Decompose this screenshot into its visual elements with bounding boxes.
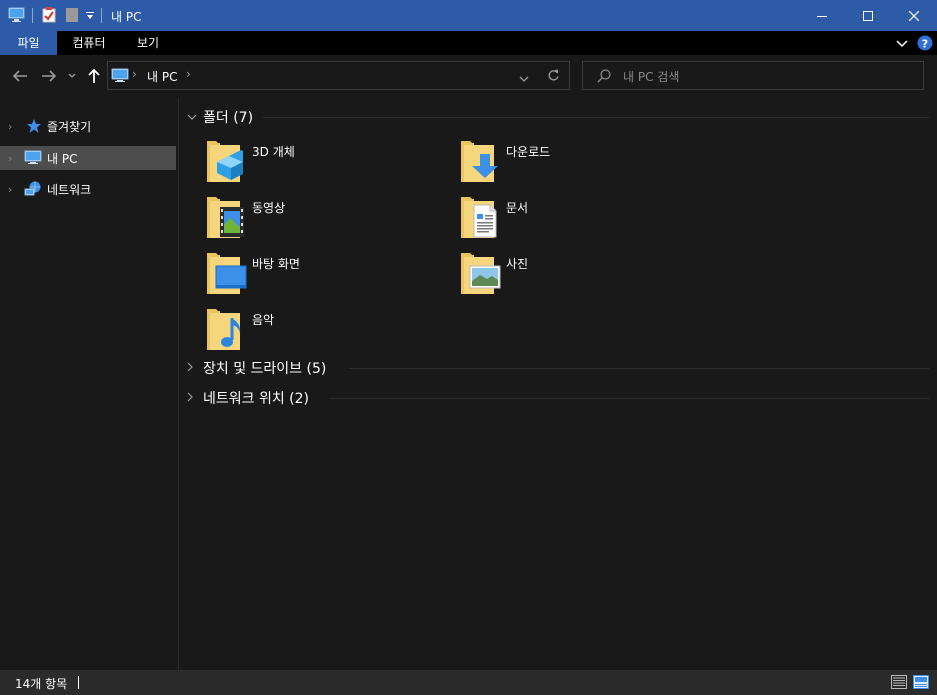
recent-locations-button[interactable] <box>63 65 81 87</box>
documents-folder-icon <box>461 197 497 238</box>
computer-icon <box>111 68 129 86</box>
group-header-folders[interactable]: 폴더 (7) <box>187 107 253 127</box>
group-title: 폴더 (7) <box>203 110 254 126</box>
title-divider <box>32 8 33 23</box>
refresh-icon[interactable] <box>547 69 560 85</box>
new-folder-icon[interactable] <box>65 7 79 26</box>
folder-name: 동영상 <box>252 201 286 215</box>
folder-name: 사진 <box>506 257 529 271</box>
folder-tile[interactable]: 동영상 <box>206 194 426 246</box>
star-icon <box>26 118 42 137</box>
ribbon: 파일 컴퓨터 보기 ? <box>0 31 937 55</box>
nav-item-label: 내 PC <box>47 151 78 166</box>
content-pane: 폴더 (7) 3D 개체 다운로드 동영상 문서 바탕 화면 사진 음악 장치 … <box>179 98 937 670</box>
chevron-right-icon[interactable]: › <box>132 67 137 81</box>
pictures-folder-icon <box>461 253 501 294</box>
group-header-drives[interactable]: 장치 및 드라이브 (5) <box>187 358 326 378</box>
tab-computer[interactable]: 컴퓨터 <box>57 31 121 55</box>
group-divider <box>329 398 929 399</box>
ribbon-expand-icon[interactable] <box>896 38 908 52</box>
chevron-right-icon[interactable] <box>187 362 203 375</box>
item-count: 14개 항목 <box>15 677 68 691</box>
forward-button[interactable] <box>38 65 60 87</box>
group-header-network[interactable]: 네트워크 위치 (2) <box>187 388 309 408</box>
downloads-folder-icon <box>461 141 498 182</box>
title-divider <box>101 8 102 23</box>
folder-tile[interactable]: 문서 <box>460 194 680 246</box>
search-box[interactable]: 내 PC 검색 <box>582 61 924 90</box>
customize-toolbar-icon[interactable] <box>85 10 95 24</box>
group-title: 장치 및 드라이브 (5) <box>203 361 327 377</box>
address-bar[interactable]: › 내 PC › <box>107 61 570 90</box>
folder-name: 문서 <box>506 201 529 215</box>
chevron-down-icon[interactable] <box>519 72 529 86</box>
videos-folder-icon <box>207 197 244 238</box>
search-icon <box>597 69 611 86</box>
back-button[interactable] <box>9 65 31 87</box>
nav-item-label: 네트워크 <box>47 182 92 197</box>
search-placeholder: 내 PC 검색 <box>623 70 680 84</box>
folder-tile[interactable]: 3D 개체 <box>206 138 426 190</box>
tab-file[interactable]: 파일 <box>0 31 57 55</box>
window-title: 내 PC <box>111 10 142 24</box>
chevron-down-icon[interactable] <box>187 111 203 124</box>
folder-tile[interactable]: 다운로드 <box>460 138 680 190</box>
folder-tile[interactable]: 바탕 화면 <box>206 250 426 302</box>
large-icons-view-icon[interactable] <box>913 675 929 689</box>
chevron-right-icon[interactable] <box>187 392 203 405</box>
3d-objects-folder-icon <box>207 141 243 182</box>
folder-tile[interactable]: 음악 <box>206 306 426 358</box>
group-title: 네트워크 위치 (2) <box>203 391 310 407</box>
chevron-right-icon[interactable]: › <box>8 183 12 196</box>
up-button[interactable] <box>83 65 105 87</box>
chevron-right-icon[interactable]: › <box>186 67 191 81</box>
title-bar: 내 PC <box>0 0 937 31</box>
status-divider <box>78 676 79 689</box>
nav-item-this-pc[interactable]: › 내 PC <box>0 146 176 170</box>
status-bar: 14개 항목 <box>0 670 937 695</box>
navigation-pane: › 즐겨찾기 › 내 PC › 네트워크 <box>0 98 178 670</box>
folder-name: 다운로드 <box>506 145 551 159</box>
details-view-icon[interactable] <box>891 675 907 689</box>
folder-name: 바탕 화면 <box>252 257 300 271</box>
desktop-folder-icon <box>207 253 247 294</box>
folder-tile[interactable]: 사진 <box>460 250 680 302</box>
properties-icon[interactable] <box>42 7 56 26</box>
svg-text:?: ? <box>922 38 928 51</box>
address-row: › 내 PC › 내 PC 검색 <box>0 55 937 98</box>
nav-item-network[interactable]: › 네트워크 <box>0 177 176 201</box>
nav-item-label: 즐겨찾기 <box>47 119 92 134</box>
group-divider <box>263 117 929 118</box>
computer-icon[interactable] <box>8 7 25 26</box>
group-divider <box>349 368 929 369</box>
tab-view[interactable]: 보기 <box>121 31 175 55</box>
network-icon <box>24 181 42 200</box>
music-folder-icon <box>207 309 241 350</box>
close-button[interactable] <box>891 0 937 31</box>
chevron-right-icon[interactable]: › <box>8 152 12 165</box>
folder-name: 3D 개체 <box>252 145 295 159</box>
breadcrumb-segment[interactable]: 내 PC <box>147 68 177 85</box>
maximize-button[interactable] <box>845 0 891 31</box>
computer-icon <box>24 150 42 168</box>
minimize-button[interactable] <box>799 0 845 31</box>
nav-item-favorites[interactable]: › 즐겨찾기 <box>0 114 176 138</box>
help-icon[interactable]: ? <box>917 35 933 54</box>
chevron-right-icon[interactable]: › <box>8 120 12 133</box>
folder-name: 음악 <box>252 313 275 327</box>
